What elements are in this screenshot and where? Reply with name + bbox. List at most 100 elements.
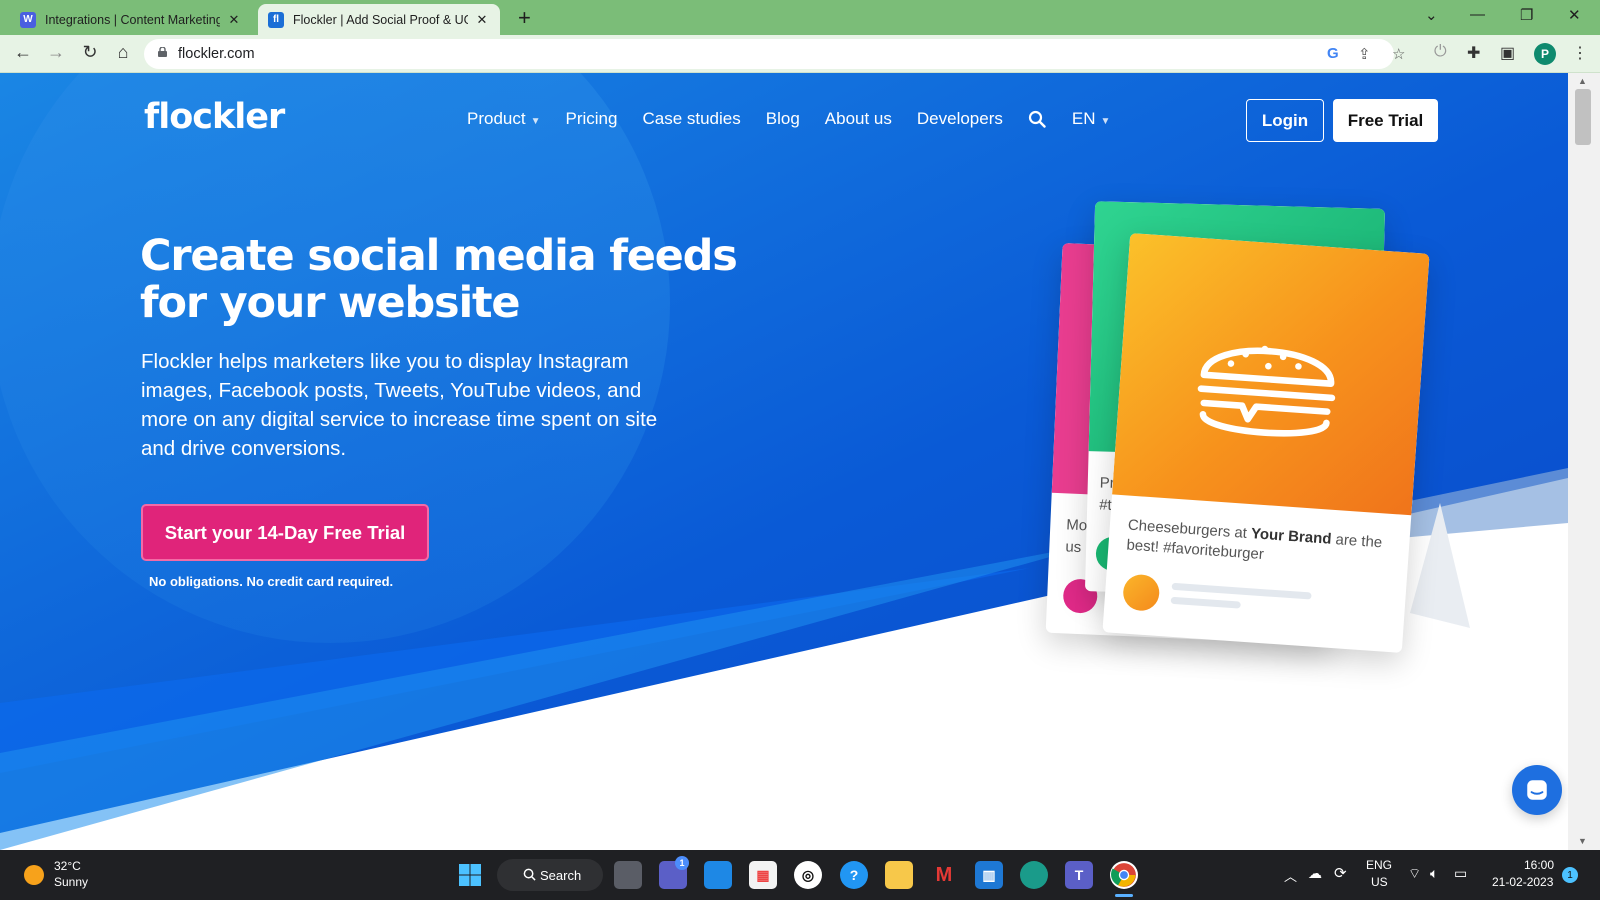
card-caption: Mo xyxy=(1065,516,1088,535)
share-icon[interactable]: ⇪ xyxy=(1358,45,1371,63)
nav-pricing[interactable]: Pricing xyxy=(566,109,618,129)
chevron-down-icon: ▼ xyxy=(1100,116,1111,127)
free-trial-button[interactable]: Free Trial xyxy=(1333,99,1438,142)
windows-start-icon[interactable] xyxy=(456,861,484,889)
language-selector[interactable]: EN ▼ xyxy=(1072,109,1111,129)
scroll-down-arrow-icon[interactable]: ▼ xyxy=(1578,836,1587,846)
caption-brand: Your Brand xyxy=(1250,525,1333,548)
burger-icon xyxy=(1197,345,1336,437)
forward-icon[interactable]: → xyxy=(45,42,67,63)
profile-avatar[interactable]: P xyxy=(1534,43,1556,65)
close-tab-icon[interactable]: ✕ xyxy=(226,12,242,28)
tab-title: Integrations | Content Marketing xyxy=(45,12,220,27)
input-region[interactable]: US xyxy=(1371,875,1388,889)
file-explorer-icon[interactable] xyxy=(885,861,913,889)
nav-product[interactable]: Product ▼ xyxy=(467,109,541,129)
clock-time[interactable]: 16:00 xyxy=(1524,858,1554,872)
page-viewport: flockler Product ▼ Pricing Case studies B… xyxy=(0,73,1568,850)
chrome-icon[interactable] xyxy=(1110,861,1138,889)
bookmark-star-icon[interactable]: ☆ xyxy=(1392,45,1405,63)
show-hidden-icons-icon[interactable]: ︿ xyxy=(1284,866,1297,885)
side-panel-icon[interactable]: ▣ xyxy=(1500,43,1515,63)
main-nav: Product ▼ Pricing Case studies Blog About… xyxy=(467,109,1135,129)
flockler-logo[interactable]: flockler xyxy=(144,97,285,137)
chat-teams-icon[interactable]: 1 xyxy=(659,856,689,889)
teams-icon[interactable]: T xyxy=(1065,861,1093,889)
cta-note: No obligations. No credit card required. xyxy=(149,574,394,589)
battery-icon[interactable]: ▭ xyxy=(1454,865,1467,882)
login-button[interactable]: Login xyxy=(1246,99,1324,142)
search-label: Search xyxy=(540,867,582,883)
flockler-favicon-icon: fl xyxy=(268,11,284,28)
onedrive-cloud-icon[interactable]: ☁ xyxy=(1308,865,1322,882)
placeholder-line xyxy=(1171,582,1312,600)
tab-search-chevron-icon[interactable]: ⌄ xyxy=(1425,6,1438,24)
input-language[interactable]: ENG xyxy=(1366,858,1392,872)
minimize-icon[interactable]: — xyxy=(1470,6,1485,23)
sync-icon[interactable]: ⟳ xyxy=(1334,864,1347,882)
language-label: EN xyxy=(1071,109,1096,128)
taskbar-search[interactable]: Search xyxy=(497,859,603,891)
hero-subtext: Flockler helps marketers like you to dis… xyxy=(141,350,658,460)
address-bar[interactable]: flockler.com G ⇪ ☆ xyxy=(144,39,1405,69)
chat-icon xyxy=(1527,780,1547,800)
nav-about[interactable]: About us xyxy=(825,109,892,129)
page-scrollbar[interactable]: ▲ ▼ xyxy=(1568,73,1600,850)
placeholder-line xyxy=(1170,596,1241,609)
browser-toolbar: ← → ↻ ⌂ flockler.com G ⇪ ☆ ⏻ ✚ ▣ P ⋮ xyxy=(0,35,1600,73)
scroll-up-arrow-icon[interactable]: ▲ xyxy=(1578,76,1587,86)
browser-tab-flockler[interactable]: fl Flockler | Add Social Proof & UGC ✕ xyxy=(258,4,500,35)
scrollbar-thumb[interactable] xyxy=(1575,89,1591,145)
help-icon[interactable]: ? xyxy=(840,861,868,889)
tab-title: Flockler | Add Social Proof & UGC xyxy=(293,12,468,27)
maximize-icon[interactable]: ❐ xyxy=(1520,6,1533,24)
back-icon[interactable]: ← xyxy=(12,42,34,63)
mcafee-icon[interactable]: M xyxy=(930,861,958,889)
nav-developers[interactable]: Developers xyxy=(917,109,1003,129)
menu-kebab-icon[interactable]: ⋮ xyxy=(1572,43,1588,63)
weather-temperature[interactable]: 32°C xyxy=(54,859,81,873)
webflow-favicon-icon: W xyxy=(20,11,36,28)
browser-tab-integrations[interactable]: W Integrations | Content Marketing ✕ xyxy=(10,4,252,35)
extension-power-icon[interactable]: ⏻ xyxy=(1434,43,1447,61)
trello-icon[interactable]: ▥ xyxy=(975,861,1003,889)
home-icon[interactable]: ⌂ xyxy=(112,42,134,63)
nav-case-studies[interactable]: Case studies xyxy=(642,109,740,129)
search-icon[interactable] xyxy=(1028,110,1046,128)
edge-icon[interactable] xyxy=(1020,861,1048,889)
extensions-puzzle-icon[interactable]: ✚ xyxy=(1467,43,1480,63)
new-tab-icon[interactable]: + xyxy=(518,5,531,31)
nav-blog[interactable]: Blog xyxy=(766,109,800,129)
close-tab-icon[interactable]: ✕ xyxy=(474,12,490,28)
card-caption: Cheeseburgers at Your Brand are the best… xyxy=(1126,516,1393,574)
avatar xyxy=(1122,573,1161,612)
clock-date[interactable]: 21-02-2023 xyxy=(1492,875,1553,889)
windows-taskbar: 32°C Sunny Search 1 ▦ ◎ ? M ▥ T ︿ ☁ ⟳ EN… xyxy=(0,850,1600,900)
browser-tab-strip: W Integrations | Content Marketing ✕ fl … xyxy=(0,0,1600,35)
wifi-icon[interactable]: ⌔ xyxy=(1408,865,1421,883)
sun-icon[interactable] xyxy=(24,865,44,885)
lock-icon xyxy=(158,47,167,57)
social-card-orange: Cheeseburgers at Your Brand are the best… xyxy=(1102,233,1430,653)
widgets-icon[interactable] xyxy=(704,861,732,889)
chat-widget-button[interactable] xyxy=(1512,765,1562,815)
notification-badge[interactable]: 1 xyxy=(1562,867,1578,883)
volume-icon[interactable]: 🔈︎ xyxy=(1430,865,1438,882)
google-icon[interactable]: G xyxy=(1327,45,1339,62)
app-circle-icon[interactable]: ◎ xyxy=(794,861,822,889)
search-icon xyxy=(523,868,536,881)
weather-condition[interactable]: Sunny xyxy=(54,875,88,889)
reload-icon[interactable]: ↻ xyxy=(79,42,101,63)
microsoft-store-icon[interactable]: ▦ xyxy=(749,861,777,889)
close-window-icon[interactable]: ✕ xyxy=(1568,6,1581,24)
start-trial-button[interactable]: Start your 14-Day Free Trial xyxy=(141,504,429,561)
hero-headline: Create social media feeds for your websi… xyxy=(140,231,738,328)
task-view-icon[interactable] xyxy=(614,861,642,889)
chat-badge: 1 xyxy=(675,856,689,870)
card-image xyxy=(1112,233,1430,516)
card-caption: us xyxy=(1065,538,1082,557)
url-text: flockler.com xyxy=(178,46,255,62)
active-app-indicator xyxy=(1115,894,1133,897)
social-feed-illustration: Mo us Pra #te Cheeseburgers at Your Bran… xyxy=(1030,201,1490,661)
chevron-down-icon: ▼ xyxy=(530,116,541,127)
